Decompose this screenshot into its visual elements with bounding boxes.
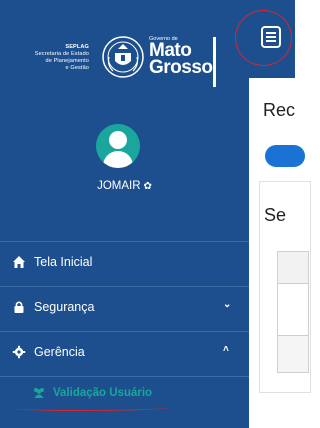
sidebar-subitem-label: Validação Usuário: [53, 387, 153, 399]
topbar: [235, 0, 295, 78]
username-label: JOMAIR: [97, 180, 141, 192]
lock-icon: [14, 301, 24, 313]
users-icon: [34, 388, 44, 398]
sidebar-item-label: Gerência: [34, 345, 85, 359]
avatar-body: [103, 151, 133, 168]
brand-header: SEPLAG Secretaria de Estado de Planejame…: [0, 0, 249, 90]
chevron-up-icon: ˄: [223, 344, 229, 355]
seplag-text: SEPLAG Secretaria de Estado de Planejame…: [35, 44, 89, 72]
chevron-down-icon: ⌄: [223, 299, 232, 310]
annotation-underline: [16, 405, 170, 411]
sidebar-item-gerencia[interactable]: Gerência ˄: [0, 331, 249, 376]
table-header: [278, 252, 308, 284]
state-line-2: Grosso: [149, 57, 213, 78]
table-row[interactable]: [278, 336, 308, 372]
seplag-label: SEPLAG: [65, 44, 89, 50]
home-icon: [13, 256, 25, 268]
gestao-label: e Gestão: [65, 65, 89, 71]
state-crest-icon: [102, 36, 144, 78]
username[interactable]: JOMAIR ✿: [0, 180, 249, 192]
secretaria-label: Secretaria de Estado: [34, 51, 89, 57]
sidebar-item-label: Tela Inicial: [34, 255, 93, 269]
page-title: Rec: [263, 100, 296, 120]
table-row[interactable]: [278, 284, 308, 336]
sidebar: SEPLAG Secretaria de Estado de Planejame…: [0, 0, 249, 428]
gear-icon: [12, 345, 26, 359]
state-name: Governo de Mato Grosso: [149, 36, 213, 78]
brand-divider: [213, 37, 216, 87]
sidebar-item-tela-inicial[interactable]: Tela Inicial: [0, 241, 249, 286]
primary-button[interactable]: [265, 145, 305, 167]
sidebar-item-seguranca[interactable]: Segurança ⌄: [0, 286, 249, 331]
annotation-circle: [235, 10, 292, 66]
section-title: Se: [264, 205, 287, 225]
avatar[interactable]: [96, 124, 140, 168]
main-content: Rec Se: [235, 0, 311, 428]
gear-icon[interactable]: ✿: [144, 181, 152, 192]
sidebar-subitem-validacao-usuario[interactable]: Validação Usuário: [0, 376, 249, 421]
sidebar-menu: Tela Inicial Segurança ⌄ Gerência ˄ Vali…: [0, 241, 249, 421]
avatar-head: [109, 131, 127, 149]
planejamento-label: de Planejamento: [45, 58, 89, 64]
sidebar-item-label: Segurança: [34, 300, 95, 314]
data-table: [277, 251, 309, 373]
